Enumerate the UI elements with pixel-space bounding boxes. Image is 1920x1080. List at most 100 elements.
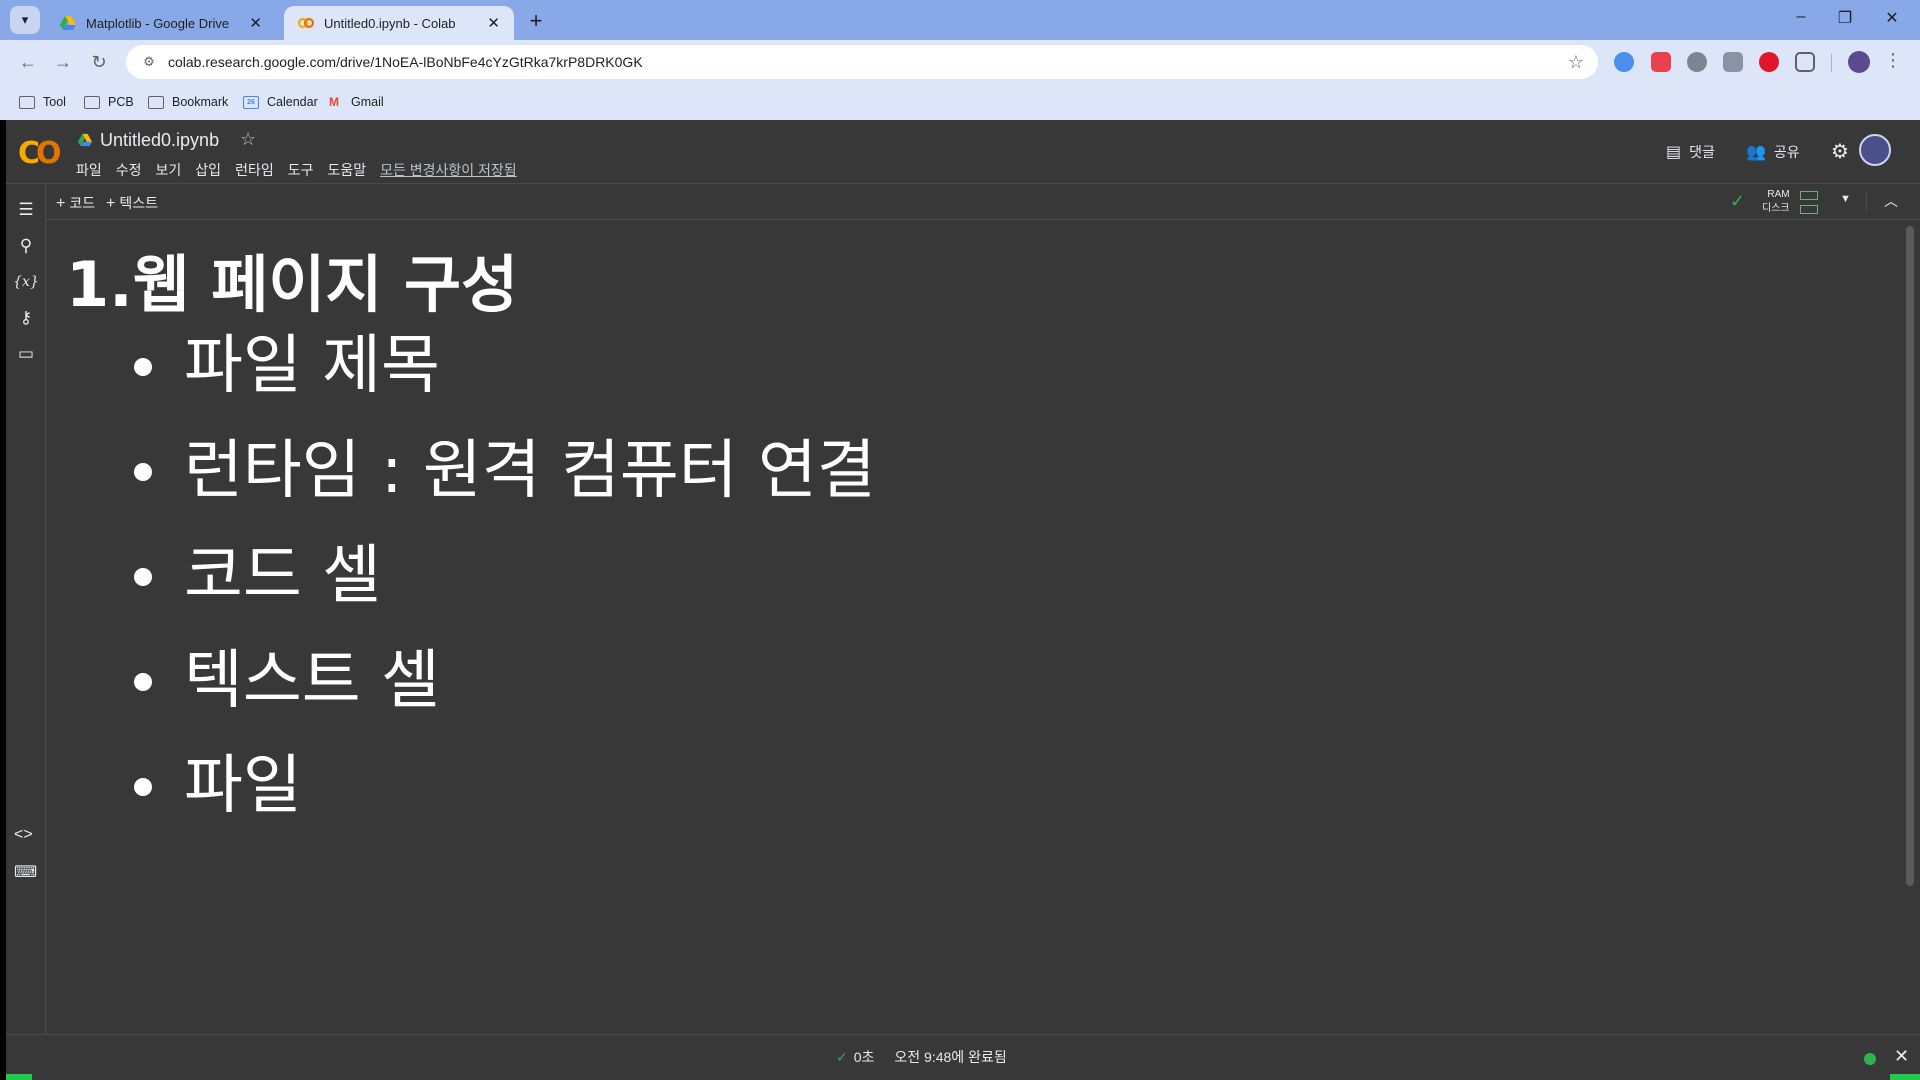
save-status[interactable]: 모든 변경사항이 저장됨 <box>380 160 517 180</box>
address-bar[interactable]: ⚙ colab.research.google.com/drive/1NoEA-… <box>126 45 1598 79</box>
share-button[interactable]: 👥 공유 <box>1746 142 1800 162</box>
new-tab-button[interactable]: + <box>522 7 550 35</box>
bookmark-bookmark[interactable]: Bookmark <box>148 92 228 112</box>
settings-gear-icon[interactable]: ⚙ <box>1831 139 1849 164</box>
runtime-dropdown-icon[interactable]: ▼ <box>1840 193 1851 205</box>
colab-app: CO Untitled0.ipynb ☆ 파일 수정 보기 삽입 런타임 도구 … <box>6 120 1920 1080</box>
list-item: 런타임 : 원격 컴퓨터 연결 <box>134 433 876 538</box>
menu-view[interactable]: 보기 <box>156 160 182 180</box>
tab-google-drive[interactable]: Matplotlib - Google Drive ✕ <box>46 6 276 40</box>
add-code-label: 코드 <box>69 195 96 211</box>
tab-colab[interactable]: Untitled0.ipynb - Colab ✕ <box>284 6 514 40</box>
list-item: 파일 제목 <box>134 328 876 433</box>
star-notebook-icon[interactable]: ☆ <box>240 129 256 150</box>
opera-icon[interactable] <box>1759 52 1779 72</box>
bookmark-pcb[interactable]: PCB <box>84 92 134 112</box>
extension-icon[interactable] <box>1614 52 1634 72</box>
tab-search-button[interactable]: ▾ <box>10 6 40 34</box>
bullet-icon <box>134 778 152 796</box>
account-avatar[interactable] <box>1859 134 1891 166</box>
code-snippets-icon[interactable]: <> <box>14 826 33 844</box>
bookmark-label: Calendar <box>267 95 318 109</box>
close-tab-icon[interactable]: ✕ <box>249 14 262 32</box>
close-tab-icon[interactable]: ✕ <box>487 14 500 32</box>
restore-icon[interactable]: ❐ <box>1830 8 1860 28</box>
connected-check-icon[interactable]: ✓ <box>1730 191 1745 212</box>
list-item: 텍스트 셀 <box>134 643 876 748</box>
comment-button[interactable]: ▤ 댓글 <box>1666 142 1715 162</box>
back-icon[interactable]: ← <box>16 50 40 74</box>
ram-usage-bar <box>1800 191 1818 200</box>
disk-label: 디스크 <box>1762 203 1790 214</box>
tab-title: Untitled0.ipynb - Colab <box>324 15 456 31</box>
colab-logo[interactable]: CO <box>18 136 61 171</box>
menu-runtime[interactable]: 런타임 <box>235 160 274 180</box>
disk-usage-bar <box>1800 205 1818 214</box>
plus-icon: + <box>106 195 116 212</box>
list-item-text: 파일 <box>184 749 302 823</box>
comment-label: 댓글 <box>1689 144 1715 160</box>
folder-icon <box>19 95 35 109</box>
variables-icon[interactable]: {x} <box>13 270 39 294</box>
gmail-icon: M <box>329 95 339 109</box>
close-window-icon[interactable]: ✕ <box>1877 8 1907 28</box>
add-text-button[interactable]: + 텍스트 <box>106 193 158 213</box>
minimize-icon[interactable]: – <box>1786 8 1816 26</box>
close-status-icon[interactable]: ✕ <box>1894 1046 1909 1067</box>
extension-icon[interactable] <box>1723 52 1743 72</box>
bullet-icon <box>134 463 152 481</box>
notebook-content: 1.웹 페이지 구성 파일 제목 런타임 : 원격 컴퓨터 연결 코드 셀 텍스… <box>46 220 1910 1034</box>
extension-icon[interactable] <box>1687 52 1707 72</box>
check-icon: ✓ <box>836 1048 848 1065</box>
folder-icon <box>148 95 164 109</box>
vertical-scrollbar[interactable] <box>1906 226 1914 886</box>
forward-icon[interactable]: → <box>51 50 75 74</box>
left-sidebar: ☰ ⚲ {x} ⚷ ▭ <> ⌨ <box>6 184 46 1034</box>
bookmark-star-icon[interactable]: ☆ <box>1568 52 1584 73</box>
runtime-status-dot <box>1864 1053 1876 1065</box>
bookmark-tool[interactable]: Tool <box>19 92 66 112</box>
status-bar: ✓ 0초 오전 9:48에 완료됨 ✕ <box>6 1034 1920 1080</box>
plus-icon: + <box>56 195 66 212</box>
screen-edge-indicator <box>1890 1074 1920 1080</box>
bullet-icon <box>134 358 152 376</box>
bookmarks-bar: Tool PCB Bookmark 26 Calendar M Gmail <box>0 84 1920 120</box>
menu-tools[interactable]: 도구 <box>288 160 314 180</box>
google-drive-icon <box>60 16 76 30</box>
profile-avatar[interactable] <box>1848 51 1870 73</box>
colab-icon <box>298 17 314 29</box>
browser-tab-strip: ▾ Matplotlib - Google Drive ✕ Untitled0.… <box>0 0 1920 40</box>
collapse-header-icon[interactable]: ︿ <box>1884 191 1898 211</box>
secrets-key-icon[interactable]: ⚷ <box>14 306 38 330</box>
extensions-puzzle-icon[interactable] <box>1795 52 1815 72</box>
menu-help[interactable]: 도움말 <box>327 160 366 180</box>
bookmark-label: Gmail <box>351 95 384 109</box>
execution-status[interactable]: ✓ 0초 오전 9:48에 완료됨 <box>836 1047 1007 1067</box>
add-code-button[interactable]: + 코드 <box>56 193 95 213</box>
list-item-text: 런타임 : 원격 컴퓨터 연결 <box>184 434 876 508</box>
table-of-contents-icon[interactable]: ☰ <box>14 198 38 222</box>
menu-edit[interactable]: 수정 <box>116 160 142 180</box>
notebook-title[interactable]: Untitled0.ipynb <box>100 130 219 151</box>
share-label: 공유 <box>1773 144 1800 160</box>
completion-time: 오전 9:48에 완료됨 <box>894 1049 1007 1065</box>
reload-icon[interactable]: ↻ <box>87 50 111 74</box>
site-info-icon[interactable]: ⚙ <box>134 50 164 74</box>
browser-menu-icon[interactable]: ⋮ <box>1884 50 1902 71</box>
bookmark-calendar[interactable]: 26 Calendar <box>243 92 318 112</box>
command-palette-icon[interactable]: ⌨ <box>14 862 37 882</box>
text-cell-heading[interactable]: 1.웹 페이지 구성 <box>66 234 518 324</box>
toolbar-divider <box>1866 190 1867 212</box>
bookmark-label: Bookmark <box>172 95 229 109</box>
resource-monitor[interactable]: RAM 디스크 <box>1762 188 1790 216</box>
url-text: colab.research.google.com/drive/1NoEA-lB… <box>168 54 643 70</box>
colab-header: CO Untitled0.ipynb ☆ 파일 수정 보기 삽입 런타임 도구 … <box>6 120 1920 184</box>
extension-icon[interactable] <box>1651 52 1671 72</box>
files-folder-icon[interactable]: ▭ <box>14 342 38 366</box>
menu-file[interactable]: 파일 <box>76 160 102 180</box>
search-icon[interactable]: ⚲ <box>14 234 38 258</box>
bookmark-gmail[interactable]: M Gmail <box>329 92 384 112</box>
menu-insert[interactable]: 삽입 <box>195 160 221 180</box>
bullet-icon <box>134 568 152 586</box>
text-cell-bullet-list[interactable]: 파일 제목 런타임 : 원격 컴퓨터 연결 코드 셀 텍스트 셀 파일 <box>134 328 876 853</box>
